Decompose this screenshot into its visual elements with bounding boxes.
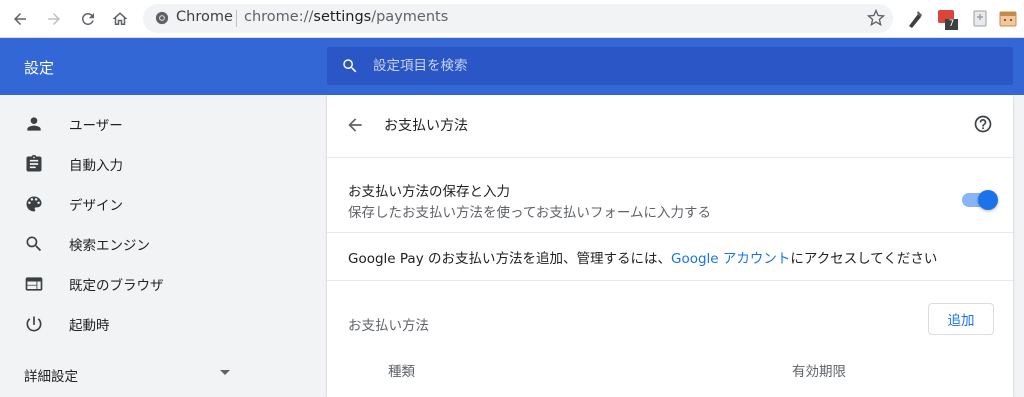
column-header-expiry: 有効期限 [792, 364, 846, 380]
google-account-link[interactable]: Google アカウント [671, 251, 790, 267]
search-icon [26, 236, 42, 252]
person-icon [27, 117, 41, 131]
payment-methods-heading: お支払い方法 [348, 318, 429, 334]
divider [327, 157, 1013, 158]
arrow-left-icon [14, 13, 26, 25]
google-pay-prefix: Google Pay のお支払い方法を追加、管理するには、 [348, 251, 671, 267]
divider [327, 280, 1013, 281]
page-title: 設定 [24, 59, 55, 77]
sidebar-item-appearance[interactable]: デザイン [0, 183, 326, 223]
chrome-icon [155, 11, 169, 25]
sidebar-item-label: 既定のブラウザ [69, 278, 164, 294]
extension-document-icon[interactable] [970, 8, 990, 30]
sidebar-item-label: 起動時 [69, 318, 110, 334]
extension-todo-icon[interactable]: 7 [938, 8, 958, 30]
save-payments-subtitle: 保存したお支払い方法を使ってお支払いフォームに入力する [348, 205, 712, 221]
reload-button[interactable] [76, 7, 100, 31]
sidebar-item-label: ユーザー [69, 118, 123, 134]
browser-window-icon [25, 277, 43, 291]
url-prefix: chrome:// [244, 9, 314, 25]
clipboard-icon [26, 154, 42, 172]
save-payments-toggle[interactable] [962, 190, 998, 210]
sidebar-item-label: 自動入力 [69, 158, 123, 174]
power-icon [26, 316, 42, 332]
help-icon[interactable] [973, 114, 993, 134]
caret-down-icon [220, 370, 230, 375]
sidebar-item-autofill[interactable]: 自動入力 [0, 143, 326, 183]
browser-toolbar: Chrome chrome://settings/payments 7 [0, 0, 1024, 38]
sidebar-item-label: 検索エンジン [69, 238, 150, 254]
payments-card: お支払い方法 お支払い方法の保存と入力 保存したお支払い方法を使ってお支払いフォ… [327, 95, 1013, 397]
url-host: settings [313, 9, 372, 25]
omnibox[interactable]: Chrome chrome://settings/payments [143, 4, 893, 33]
settings-search-input[interactable] [373, 47, 993, 85]
omnibox-separator [236, 10, 237, 27]
home-button[interactable] [108, 7, 132, 31]
column-header-type: 種類 [388, 364, 415, 380]
omnibox-url: chrome://settings/payments [244, 9, 448, 25]
sidebar: ユーザー 自動入力 デザイン 検索エンジン 既定のブラウザ 起動時 詳細設定 [0, 95, 326, 397]
sidebar-item-people[interactable]: ユーザー [0, 103, 326, 143]
back-arrow-icon[interactable] [345, 115, 365, 135]
save-payments-title: お支払い方法の保存と入力 [348, 184, 510, 200]
sidebar-advanced-toggle[interactable]: 詳細設定 [0, 353, 326, 393]
forward-button[interactable] [42, 7, 66, 31]
add-payment-button[interactable]: 追加 [928, 303, 994, 335]
sidebar-item-label: デザイン [69, 198, 123, 214]
omnibox-chrome-label: Chrome [176, 9, 233, 25]
reload-icon [81, 12, 94, 25]
google-pay-info: Google Pay のお支払い方法を追加、管理するには、Google アカウン… [348, 247, 937, 267]
palette-icon [26, 196, 42, 212]
settings-header: 設定 [0, 38, 1024, 95]
search-icon [343, 59, 357, 73]
sidebar-advanced-label: 詳細設定 [24, 369, 78, 385]
extension-badge: 7 [945, 19, 958, 30]
subpage-title: お支払い方法 [384, 118, 468, 134]
extension-pen-icon[interactable] [905, 8, 925, 30]
google-pay-suffix: にアクセスしてください [790, 251, 938, 267]
bookmark-star-icon[interactable] [867, 9, 885, 27]
settings-search-box[interactable] [327, 47, 1013, 85]
back-button[interactable] [8, 7, 32, 31]
sidebar-item-on-startup[interactable]: 起動時 [0, 303, 326, 343]
arrow-right-icon [48, 13, 60, 25]
url-path: /payments [371, 9, 449, 25]
toggle-knob [978, 190, 998, 210]
sidebar-item-search-engine[interactable]: 検索エンジン [0, 223, 326, 263]
home-icon [112, 12, 128, 25]
divider [327, 232, 1013, 233]
extension-face-icon[interactable] [998, 8, 1018, 30]
sidebar-item-default-browser[interactable]: 既定のブラウザ [0, 263, 326, 303]
